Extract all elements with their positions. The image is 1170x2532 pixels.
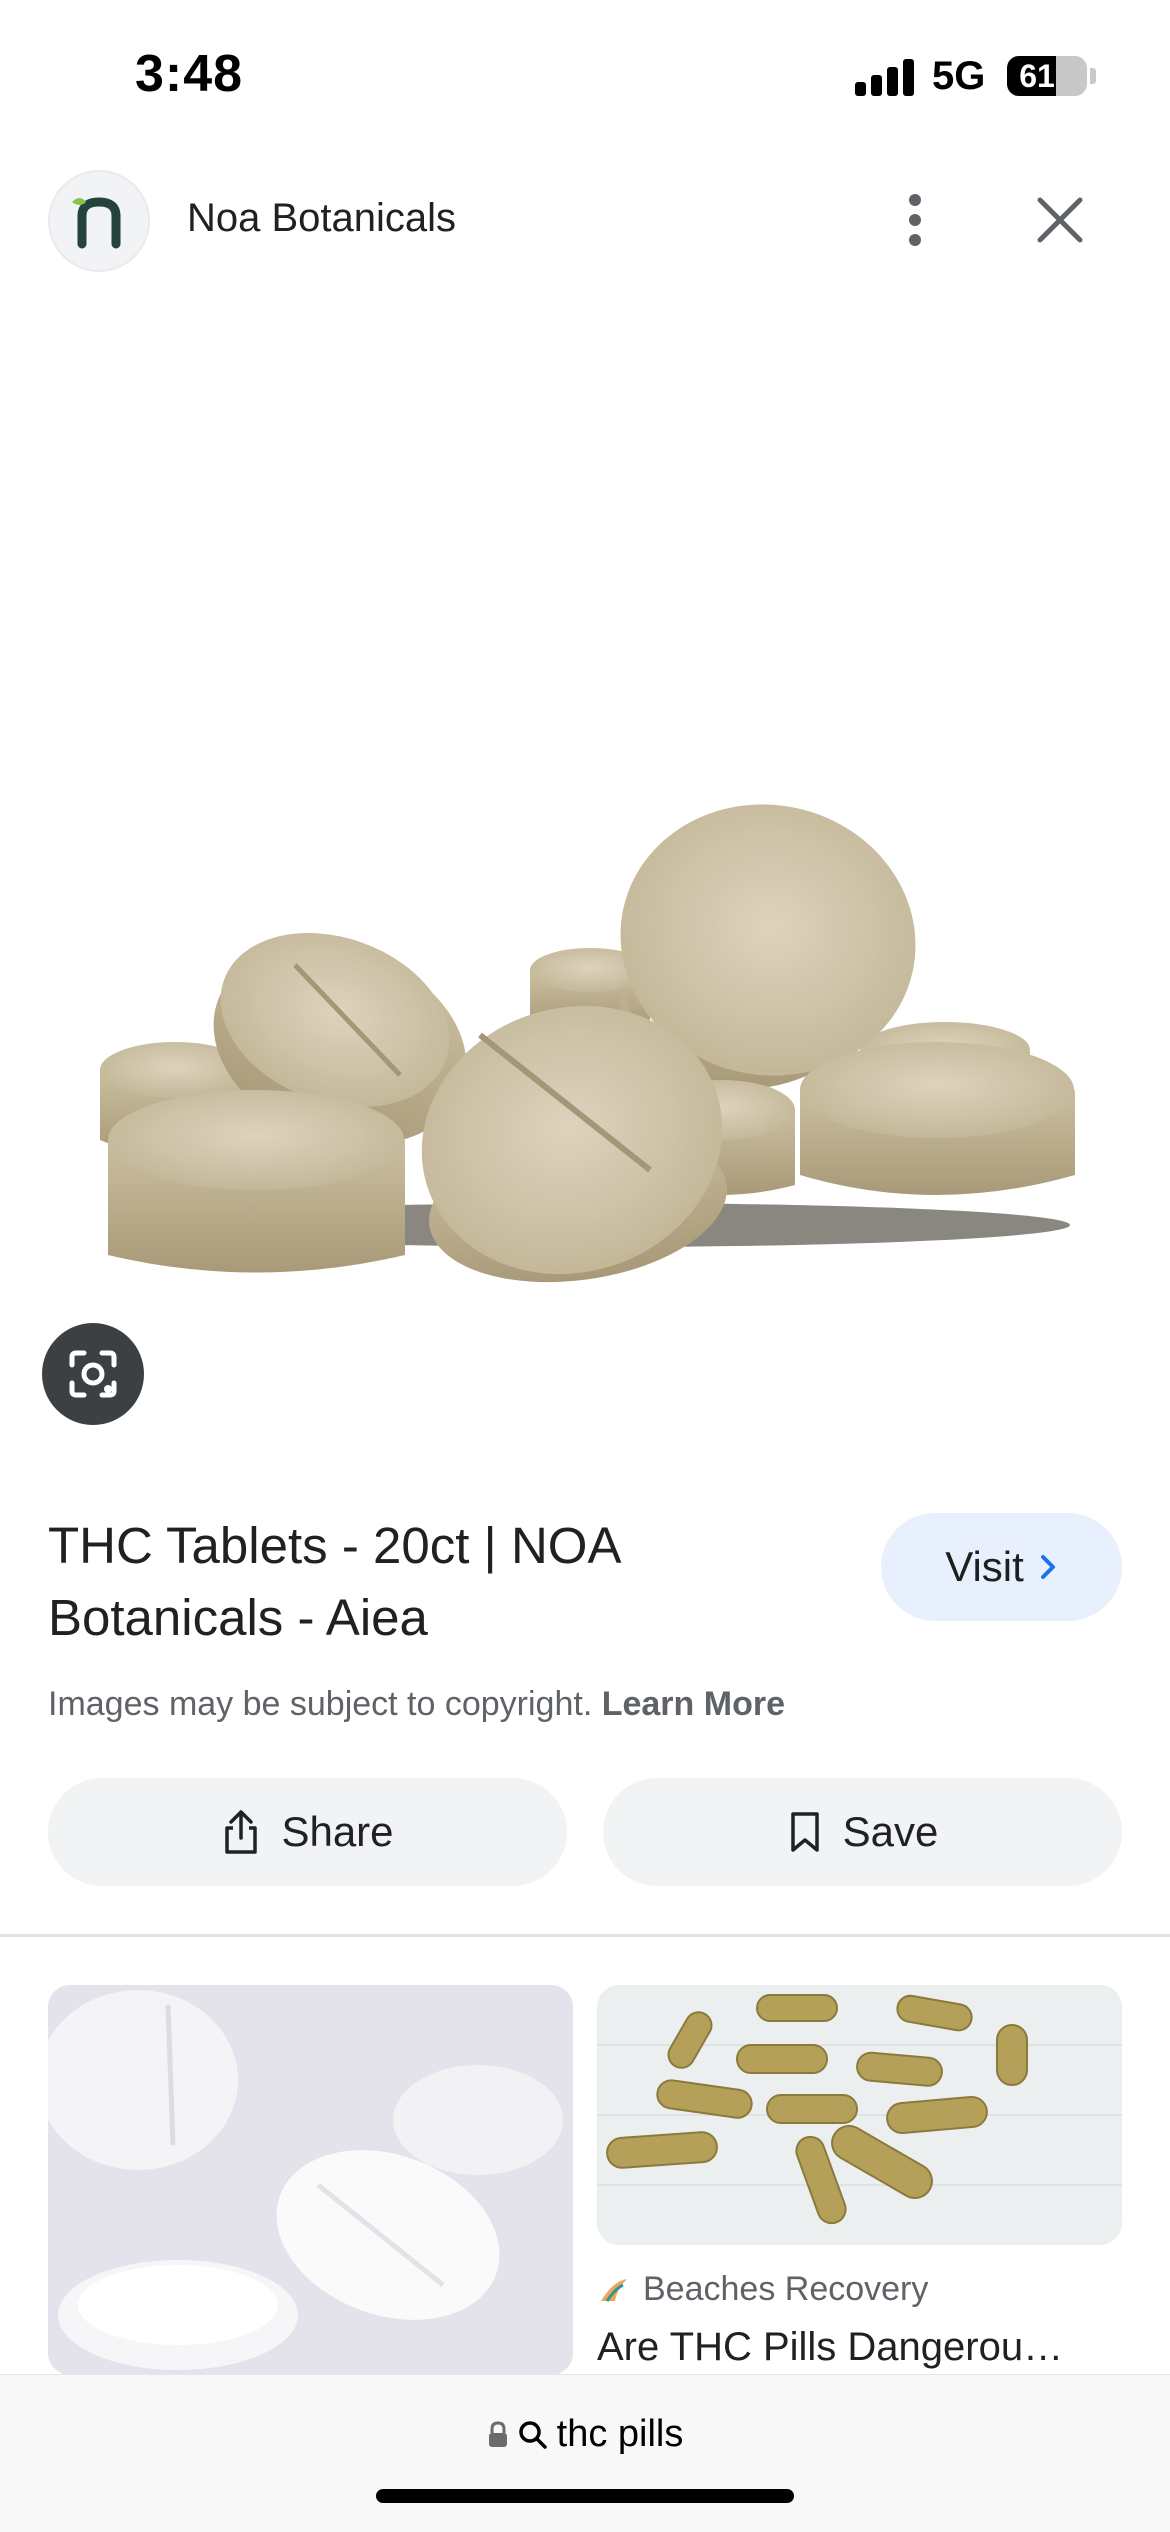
save-label: Save bbox=[842, 1808, 939, 1855]
more-options-icon[interactable] bbox=[880, 180, 950, 260]
lock-icon bbox=[488, 2420, 507, 2447]
result-title[interactable]: THC Tablets - 20ct | NOA Botanicals - Ai… bbox=[48, 1510, 868, 1654]
tablet-right-flat bbox=[800, 1042, 1075, 1195]
copyright-text: Images may be subject to copyright. bbox=[48, 1685, 593, 1723]
save-button[interactable]: Save bbox=[603, 1778, 1122, 1886]
status-bar: 3:48 5G 61 bbox=[0, 0, 1170, 150]
share-button[interactable]: Share bbox=[48, 1778, 567, 1886]
section-divider bbox=[0, 1934, 1170, 1937]
lens-search-icon[interactable] bbox=[42, 1323, 144, 1425]
copyright-notice: Images may be subject to copyright. Lear… bbox=[48, 1685, 785, 1724]
bookmark-icon bbox=[790, 1812, 819, 1852]
beaches-recovery-logo-icon bbox=[601, 2278, 627, 2302]
share-icon bbox=[225, 1810, 258, 1854]
related-source: Beaches Recovery bbox=[597, 2270, 928, 2309]
share-label: Share bbox=[281, 1808, 394, 1855]
related-image-2[interactable] bbox=[597, 1985, 1122, 2245]
home-indicator[interactable] bbox=[376, 2489, 794, 2503]
site-header: Noa Botanicals bbox=[0, 160, 1170, 280]
tablet-front-left bbox=[108, 1090, 405, 1273]
network-label: 5G bbox=[932, 54, 986, 98]
url-query: thc pills bbox=[556, 2413, 684, 2455]
battery-level: 61 bbox=[1019, 58, 1055, 94]
url-content[interactable]: thc pills bbox=[0, 2413, 1170, 2456]
search-icon bbox=[518, 2420, 547, 2449]
related-card-1[interactable] bbox=[48, 1985, 573, 2375]
main-image[interactable] bbox=[0, 300, 1170, 1410]
related-title[interactable]: Are THC Pills Dangerou… bbox=[597, 2325, 1122, 2370]
related-card-2[interactable]: Beaches Recovery Are THC Pills Dangerou… bbox=[597, 1985, 1122, 2369]
site-name[interactable]: Noa Botanicals bbox=[187, 196, 456, 241]
battery-icon: 61 bbox=[1007, 56, 1087, 96]
visit-label: Visit bbox=[945, 1543, 1024, 1590]
related-source-name: Beaches Recovery bbox=[643, 2270, 929, 2308]
signal-icon bbox=[855, 58, 915, 96]
battery-nub bbox=[1090, 68, 1096, 84]
visit-button[interactable]: Visit bbox=[881, 1513, 1122, 1621]
learn-more-link[interactable]: Learn More bbox=[602, 1685, 785, 1723]
close-icon[interactable] bbox=[1020, 180, 1100, 260]
site-logo-icon[interactable] bbox=[48, 170, 150, 272]
chevron-right-icon bbox=[1040, 1555, 1055, 1579]
url-bar[interactable]: thc pills bbox=[0, 2374, 1170, 2532]
status-time: 3:48 bbox=[135, 45, 244, 103]
related-image-1[interactable] bbox=[48, 1985, 573, 2375]
